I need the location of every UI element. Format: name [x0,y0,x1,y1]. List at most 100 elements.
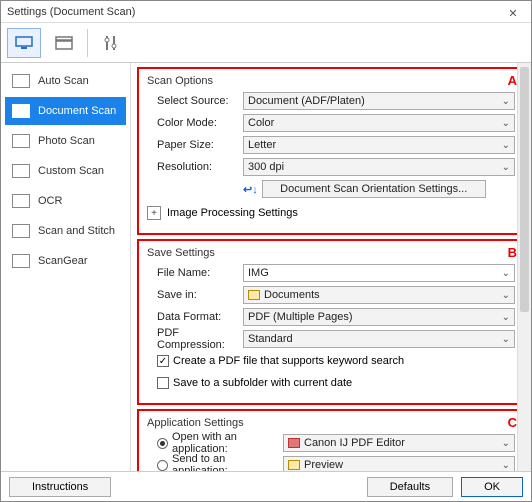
select-source-value: Document (ADF/Platen) [248,95,365,107]
open-with-value: Canon IJ PDF Editor [304,437,405,449]
checkbox-keyword-pdf[interactable]: ✓ [157,355,169,367]
file-name-label: File Name: [147,267,243,279]
chevron-down-icon: ⌄ [502,118,510,129]
panel-application-settings: C Application Settings Open with an appl… [137,409,525,471]
save-in-combo[interactable]: Documents ⌄ [243,286,515,304]
close-button[interactable]: ✕ [499,3,527,21]
select-source-combo[interactable]: Document (ADF/Platen) ⌄ [243,92,515,110]
app-icon [288,438,300,448]
sidebar-item-custom-scan[interactable]: Custom Scan [5,157,126,185]
color-mode-combo[interactable]: Color ⌄ [243,114,515,132]
open-with-combo[interactable]: Canon IJ PDF Editor ⌄ [283,434,515,452]
content: A Scan Options Select Source: Document (… [131,63,531,471]
data-format-label: Data Format: [147,311,243,323]
sidebar-item-label: Auto Scan [38,75,89,87]
scrollbar-thumb[interactable] [520,67,529,312]
color-mode-value: Color [248,117,274,129]
body: Auto Scan Document Scan Photo Scan Custo… [1,63,531,471]
sidebar-item-scan-and-stitch[interactable]: Scan and Stitch [5,217,126,245]
chevron-down-icon: ⌄ [502,140,510,151]
scanner-icon [12,194,30,208]
chevron-down-icon: ⌄ [502,312,510,323]
data-format-combo[interactable]: PDF (Multiple Pages) ⌄ [243,308,515,326]
sidebar-item-label: Photo Scan [38,135,95,147]
defaults-button[interactable]: Defaults [367,477,453,497]
tab-general-settings[interactable] [94,28,128,58]
chevron-down-icon: ⌄ [502,460,510,471]
send-app-label: Send to an application: [172,453,283,471]
instructions-button[interactable]: Instructions [9,477,111,497]
toolbar-separator [87,29,88,57]
scanner-icon [12,224,30,238]
paper-size-combo[interactable]: Letter ⌄ [243,136,515,154]
folder-icon [288,460,300,470]
sidebar-item-label: Custom Scan [38,165,104,177]
pdf-compression-combo[interactable]: Standard ⌄ [243,330,515,348]
sidebar-item-ocr[interactable]: OCR [5,187,126,215]
sidebar-item-scangear[interactable]: ScanGear [5,247,126,275]
scrollbar[interactable] [517,63,531,471]
pdf-compression-value: Standard [248,333,293,345]
chevron-down-icon: ⌄ [502,438,510,449]
scanner-icon [12,134,30,148]
sidebar-item-label: Scan and Stitch [38,225,115,237]
checkbox-subfolder-date[interactable] [157,377,169,389]
color-mode-label: Color Mode: [147,117,243,129]
panel-title: Scan Options [147,75,515,87]
select-source-label: Select Source: [147,95,243,107]
scanner-icon [12,254,30,268]
send-app-value: Preview [304,459,343,471]
image-processing-label: Image Processing Settings [167,207,298,219]
save-in-label: Save in: [147,289,243,301]
chevron-down-icon: ⌄ [502,96,510,107]
tab-scan-from-computer[interactable] [7,28,41,58]
sidebar-item-photo-scan[interactable]: Photo Scan [5,127,126,155]
paper-size-value: Letter [248,139,276,151]
resolution-combo[interactable]: 300 dpi ⌄ [243,158,515,176]
titlebar: Settings (Document Scan) ✕ [1,1,531,23]
footer: Instructions Defaults OK [1,471,531,501]
monitor-icon [14,35,34,51]
save-in-value: Documents [264,289,320,301]
panel-title: Save Settings [147,247,515,259]
sidebar-item-auto-scan[interactable]: Auto Scan [5,67,126,95]
tools-icon [102,34,120,52]
scanner-icon [12,164,30,178]
sidebar-item-label: OCR [38,195,62,207]
panel-title: Application Settings [147,417,515,429]
resolution-label: Resolution: [147,161,243,173]
feed-direction-icon[interactable]: ↩↓ [243,183,258,196]
panel-letter-a: A [508,73,517,88]
toolbar [1,23,531,63]
tab-scan-from-operation-panel[interactable] [47,28,81,58]
pdf-compression-label: PDF Compression: [147,327,243,351]
open-with-label: Open with an application: [172,431,283,455]
chevron-down-icon: ⌄ [502,290,510,301]
paper-size-label: Paper Size: [147,139,243,151]
panel-save-settings: B Save Settings File Name: IMG⌄ Save in:… [137,239,525,405]
folder-icon [248,290,260,300]
orientation-settings-button[interactable]: Document Scan Orientation Settings... [262,180,486,198]
sidebar-item-label: Document Scan [38,105,116,117]
chevron-down-icon: ⌄ [502,162,510,173]
sidebar-item-label: ScanGear [38,255,88,267]
resolution-value: 300 dpi [248,161,284,173]
file-name-input[interactable]: IMG ⌄ [243,264,515,282]
radio-send-to-app[interactable] [157,460,168,471]
device-icon [54,35,74,51]
data-format-value: PDF (Multiple Pages) [248,311,353,323]
sidebar-item-document-scan[interactable]: Document Scan [5,97,126,125]
window-title: Settings (Document Scan) [7,6,135,18]
send-app-combo[interactable]: Preview ⌄ [283,456,515,471]
chevron-down-icon: ⌄ [502,334,510,345]
sidebar: Auto Scan Document Scan Photo Scan Custo… [1,63,131,471]
expand-image-processing[interactable]: + [147,206,161,220]
file-name-value: IMG [248,267,269,279]
scanner-icon [12,104,30,118]
settings-window: Settings (Document Scan) ✕ Auto Scan Doc… [0,0,532,502]
ok-button[interactable]: OK [461,477,523,497]
radio-open-with-app[interactable] [157,438,168,449]
scanner-icon [12,74,30,88]
checkbox-subfolder-label: Save to a subfolder with current date [173,377,352,389]
chevron-down-icon: ⌄ [502,268,510,279]
